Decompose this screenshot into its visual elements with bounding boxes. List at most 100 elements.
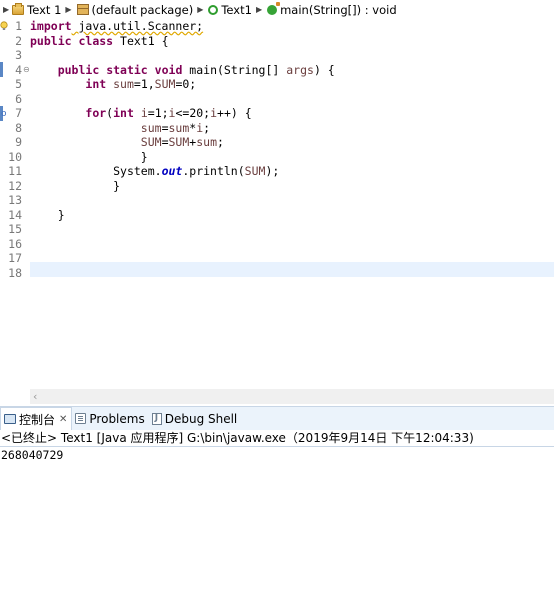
chevron-left-icon[interactable]: ‹ — [33, 389, 37, 404]
code-line: int sum=1,SUM=0; — [30, 77, 554, 92]
console-tab-bar: 控制台 ✕ Problems Debug Shell — [0, 406, 554, 430]
code-text: ) { — [313, 62, 335, 77]
parameter: args — [286, 62, 314, 77]
static-field: out — [161, 164, 183, 178]
variable: sum — [168, 120, 190, 135]
keyword: int — [113, 106, 134, 120]
variable: i — [140, 106, 148, 120]
code-line: for(int i=1;i<=20;i++) { — [30, 106, 554, 121]
chevron-right-icon: ▶ — [197, 5, 204, 14]
code-editor[interactable]: ⊖ o 1 2 3 4 5 6 7 8 9 10 11 12 13 14 15 … — [0, 19, 554, 404]
breadcrumb-method[interactable]: main(String[]) : void — [267, 1, 397, 17]
horizontal-scrollbar[interactable]: ‹ — [30, 389, 554, 404]
code-line: } — [30, 178, 121, 193]
console-icon — [4, 414, 16, 424]
keyword: static — [106, 62, 148, 77]
tab-debug-shell-label: Debug Shell — [164, 411, 238, 426]
line-number: 12 — [8, 178, 22, 193]
breadcrumb-class-label: Text1 — [221, 2, 252, 17]
method-icon — [267, 1, 281, 15]
variable: sum — [113, 77, 134, 91]
line-number: 18 — [8, 265, 22, 280]
code-line: public class Text1 { — [30, 34, 554, 49]
tab-problems[interactable]: Problems — [72, 407, 148, 430]
tab-console[interactable]: 控制台 ✕ — [0, 407, 73, 430]
line-number: 15 — [8, 222, 22, 236]
keyword: public — [57, 62, 100, 77]
code-text: =1; — [147, 106, 169, 120]
breadcrumb-method-label: main(String[]) : void — [280, 2, 397, 17]
variable: i — [210, 106, 218, 120]
keyword: int — [85, 77, 107, 91]
tab-console-label: 控制台 — [19, 412, 56, 427]
variable: SUM — [140, 135, 162, 149]
tab-debug-shell[interactable]: Debug Shell — [149, 407, 242, 430]
line-number: 7 — [15, 106, 22, 120]
code-text: Text1 { — [113, 33, 169, 48]
line-number: 3 — [15, 48, 22, 62]
code-text: ++) { — [217, 106, 252, 120]
class-icon — [208, 4, 219, 15]
code-text: main(String[] — [182, 62, 287, 77]
code-text: =0; — [175, 77, 197, 91]
line-number: 14 — [8, 207, 22, 222]
line-number: 13 — [8, 193, 22, 207]
debug-shell-icon — [151, 412, 162, 425]
breadcrumb-project[interactable]: Text 1 — [12, 2, 62, 17]
code-text: ; — [217, 135, 224, 149]
line-number: 16 — [8, 236, 22, 251]
code-line: public static void main(String[] args) { — [30, 63, 554, 78]
close-icon[interactable]: ✕ — [59, 414, 67, 425]
package-icon — [76, 4, 89, 15]
code-line: sum=sum*i; — [30, 121, 554, 136]
breadcrumb: ▶ Text 1 ▶ (default package) ▶ Text1 ▶ m… — [0, 0, 554, 19]
console-output[interactable]: 268040729 — [1, 448, 63, 462]
code-text: = — [161, 135, 169, 149]
fold-collapse-icon[interactable]: ⊖ — [23, 65, 30, 74]
keyword: for — [85, 106, 107, 120]
code-text: <=20; — [175, 106, 211, 120]
variable: sum — [196, 135, 217, 149]
code-line: System.out.println(SUM); — [30, 164, 554, 179]
chevron-right-icon: ▶ — [3, 5, 10, 14]
breadcrumb-class[interactable]: Text1 — [208, 3, 252, 17]
problems-icon — [75, 413, 87, 424]
code-text: java.util.Scanner; — [71, 19, 204, 33]
line-number: 9 — [15, 135, 22, 149]
line-number: 17 — [8, 251, 22, 265]
variable: SUM — [154, 77, 176, 91]
code-line: } — [30, 149, 148, 164]
line-number: 11 — [8, 164, 22, 178]
variable: SUM — [168, 135, 190, 149]
chevron-right-icon: ▶ — [255, 5, 263, 14]
line-number: 5 — [15, 77, 22, 91]
code-line: import java.util.Scanner; — [30, 19, 554, 34]
keyword: public — [30, 33, 72, 48]
line-number: 10 — [8, 149, 22, 164]
line-number-gutter: ⊖ o 1 2 3 4 5 6 7 8 9 10 11 12 13 14 15 … — [0, 19, 30, 389]
variable: sum — [140, 120, 162, 135]
tab-problems-label: Problems — [89, 411, 145, 426]
code-text: ); — [265, 164, 280, 178]
breadcrumb-project-label: Text 1 — [27, 2, 62, 17]
breadcrumb-package[interactable]: (default package) — [76, 2, 194, 17]
keyword: import — [30, 19, 72, 33]
code-text: .println( — [182, 164, 245, 178]
line-number: 8 — [15, 120, 22, 135]
project-folder-icon — [12, 2, 25, 15]
keyword: void — [154, 62, 183, 77]
code-text: ; — [203, 120, 211, 135]
chevron-right-icon: ▶ — [65, 5, 72, 14]
line-number: 4 — [15, 62, 22, 77]
line-number: 2 — [15, 33, 22, 48]
code-text: System. — [113, 164, 162, 178]
code-text: =1, — [133, 77, 155, 91]
breadcrumb-package-label: (default package) — [91, 2, 194, 17]
code-text-area[interactable]: import java.util.Scanner; public class T… — [30, 19, 554, 389]
